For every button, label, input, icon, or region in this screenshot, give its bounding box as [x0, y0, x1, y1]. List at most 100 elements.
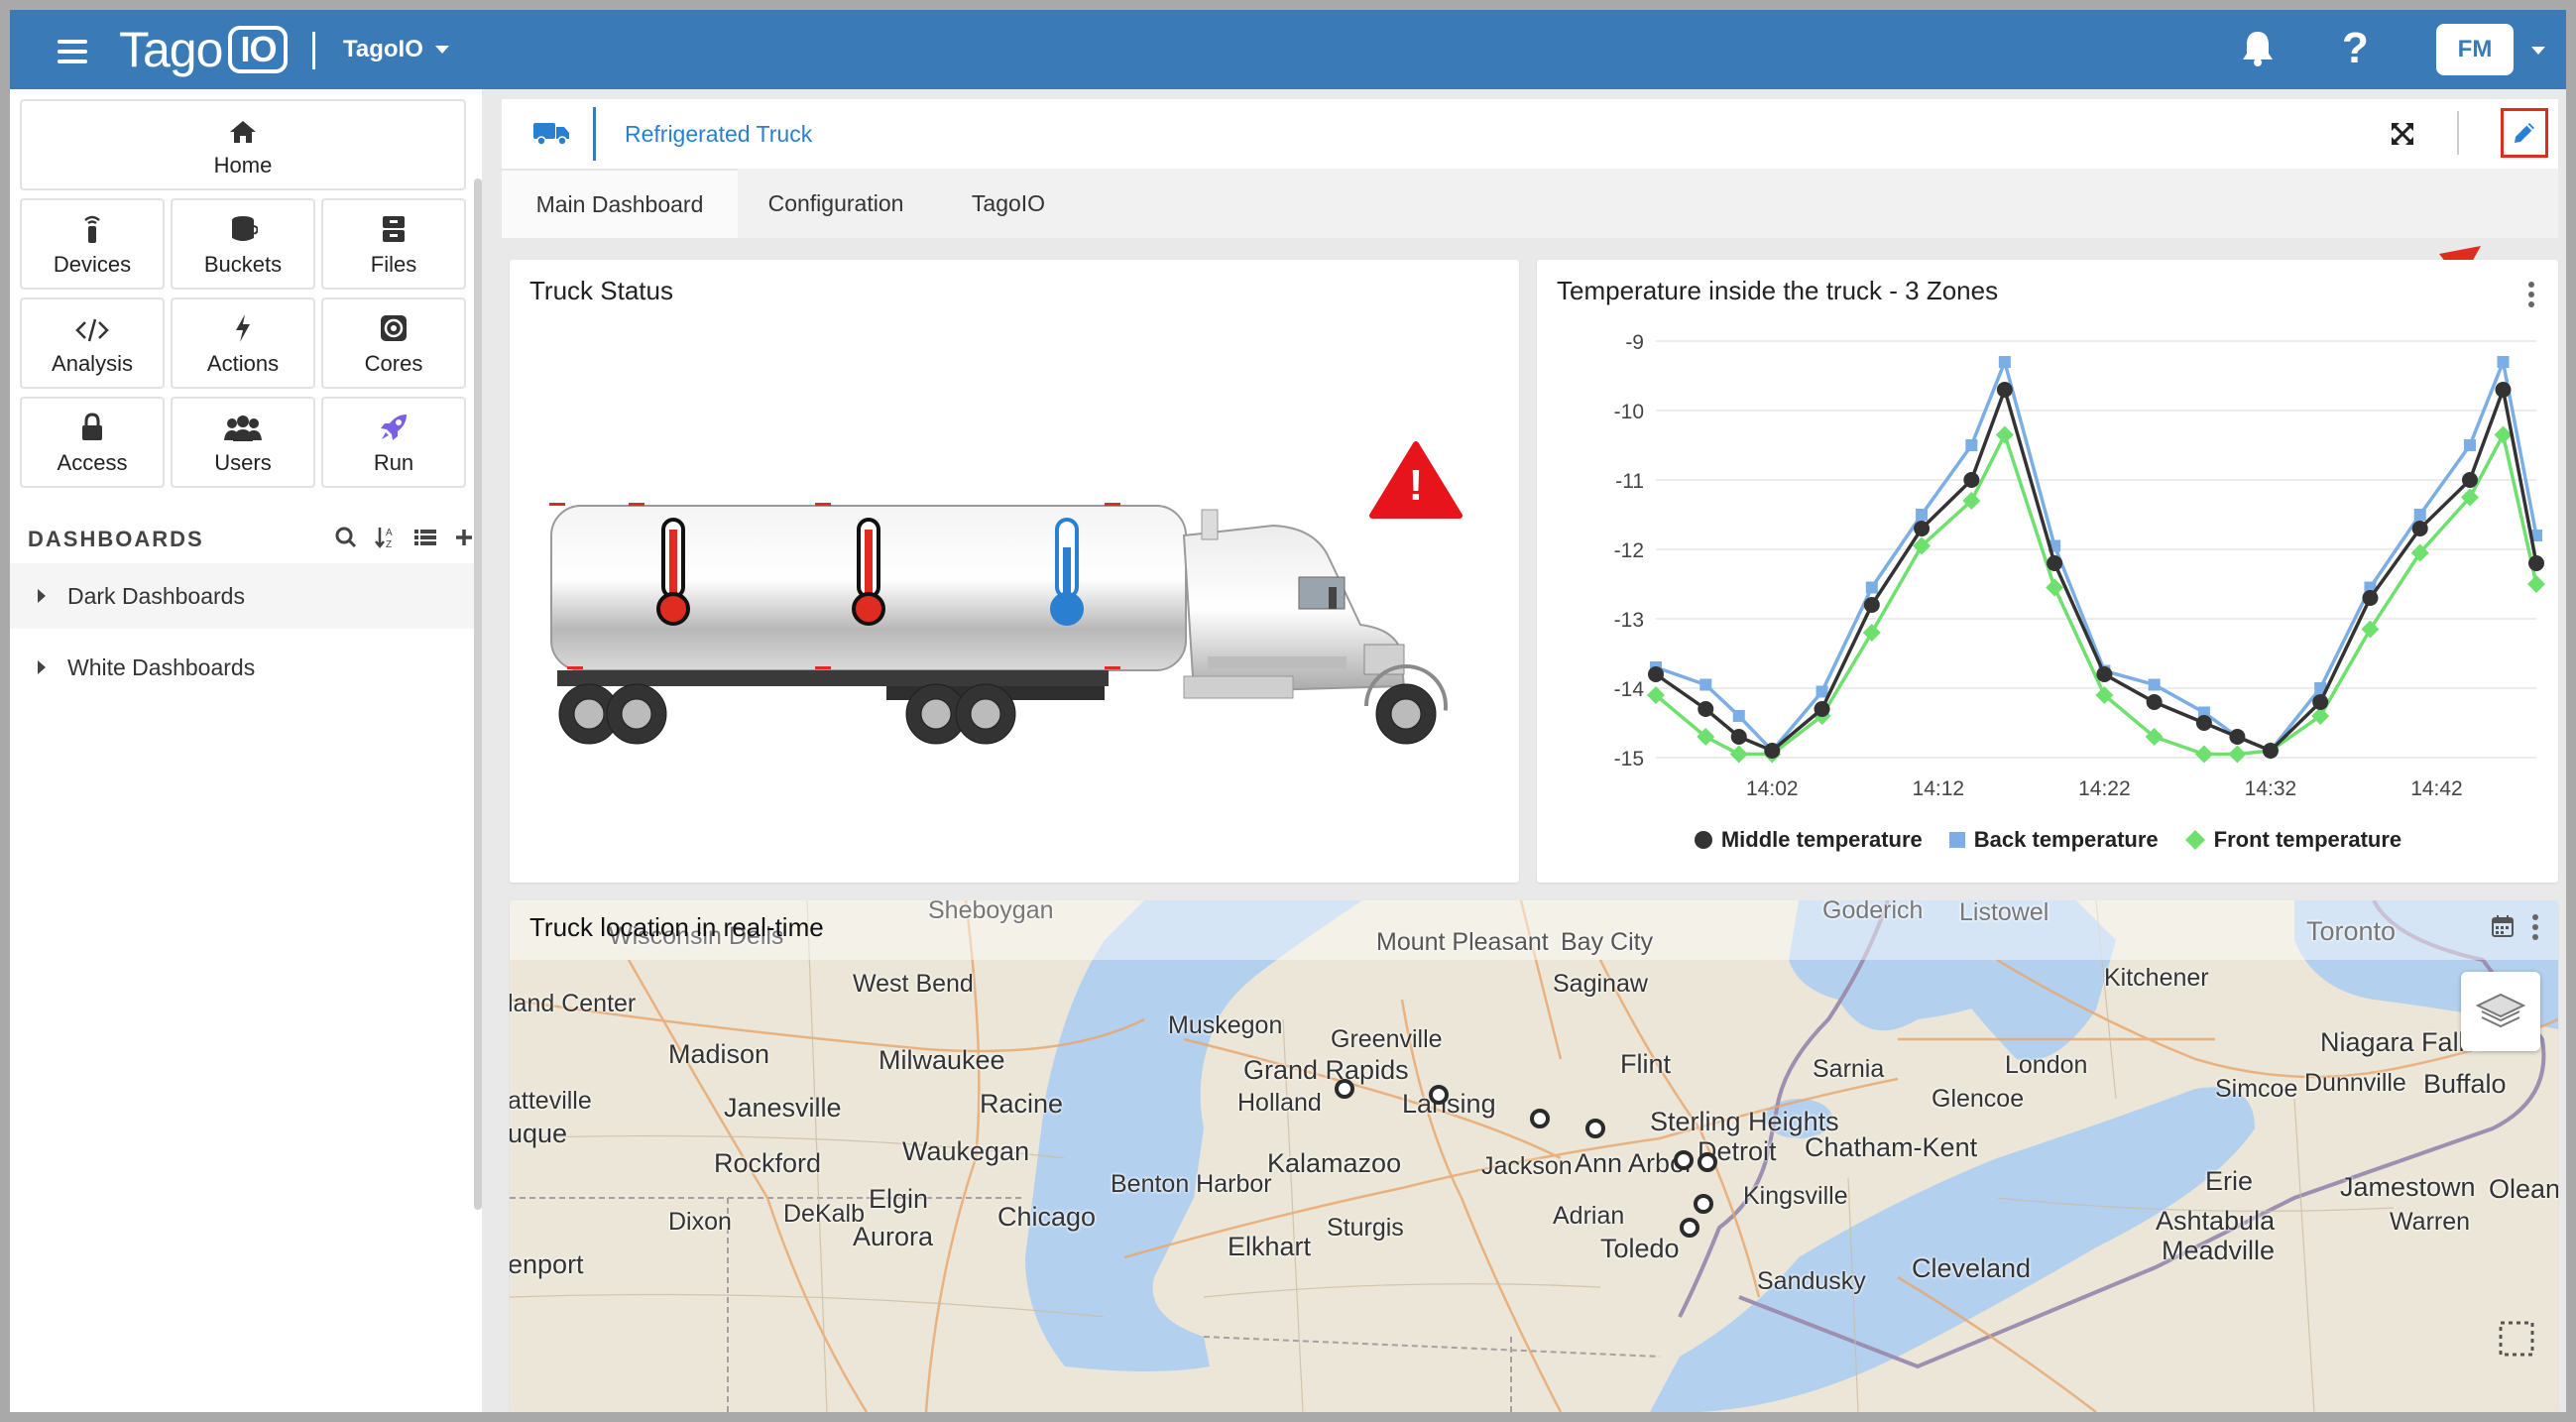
nav-analysis[interactable]: Analysis — [20, 297, 165, 389]
app-window: Tago IO TagoIO ? FM Home Devices Buckets… — [10, 10, 2566, 1412]
data-point — [1699, 678, 1712, 691]
map-label: Meadville — [2162, 1236, 2276, 1265]
device-icon — [84, 215, 100, 243]
bell-icon[interactable] — [2241, 30, 2275, 72]
map-label: atteville — [510, 1087, 592, 1115]
account-name: TagoIO — [343, 36, 423, 62]
nav-buckets[interactable]: Buckets — [171, 198, 315, 290]
map-label: Sarnia — [1813, 1055, 1885, 1083]
x-tick-label: 14:02 — [1746, 777, 1799, 800]
map-label: Elgin — [869, 1184, 929, 1214]
svg-text:A: A — [386, 528, 393, 538]
nav-devices[interactable]: Devices — [20, 198, 165, 290]
data-point — [1865, 581, 1878, 594]
map-label: Warren — [2390, 1208, 2471, 1236]
divider — [2457, 111, 2459, 155]
nav-actions[interactable]: Actions — [171, 297, 315, 389]
map-label: Flint — [1620, 1049, 1672, 1079]
location-marker[interactable] — [1530, 1109, 1550, 1128]
sidebar-scrollbar[interactable] — [474, 178, 482, 1210]
nav-cores[interactable]: Cores — [321, 297, 466, 389]
x-tick-label: 14:12 — [1913, 777, 1965, 800]
data-point — [1732, 710, 1745, 722]
nav-access[interactable]: Access — [20, 397, 165, 488]
tab-tagoio[interactable]: TagoIO — [934, 169, 1083, 238]
nav-label: Analysis — [52, 351, 133, 376]
bolt-icon — [236, 314, 250, 342]
divider — [312, 32, 315, 69]
list-icon[interactable] — [414, 529, 436, 546]
legend-item[interactable]: Back temperature — [1948, 827, 2159, 853]
folder-dark-dashboards[interactable]: Dark Dashboards — [10, 563, 474, 629]
legend-label: Back temperature — [1973, 827, 2159, 852]
help-icon[interactable]: ? — [2342, 24, 2369, 73]
avatar[interactable]: FM — [2436, 24, 2514, 75]
thermometer-cold-icon — [1050, 518, 1084, 626]
folder-label: Dark Dashboards — [67, 582, 245, 609]
map-label: Chatham-Kent — [1805, 1132, 1978, 1162]
plus-icon[interactable] — [454, 528, 474, 547]
data-point — [1998, 356, 2011, 368]
data-point — [2146, 694, 2163, 710]
menu-icon[interactable] — [58, 40, 87, 63]
map-label: Olean — [2489, 1174, 2558, 1204]
layers-button[interactable] — [2461, 972, 2540, 1051]
tab-configuration[interactable]: Configuration — [738, 169, 934, 238]
nav-home[interactable]: Home — [20, 99, 466, 190]
legend-label: Front temperature — [2213, 827, 2402, 852]
location-marker[interactable] — [1698, 1152, 1717, 1172]
location-marker[interactable] — [1674, 1150, 1694, 1170]
map-label: Holland — [1237, 1089, 1322, 1117]
dashboard-tabs: Main Dashboard Configuration TagoIO — [502, 169, 2558, 238]
tagoio-logo[interactable]: Tago IO — [119, 22, 289, 77]
folder-white-dashboards[interactable]: White Dashboards — [10, 635, 474, 700]
series-line — [1655, 355, 2538, 754]
nav-label: Cores — [364, 351, 423, 376]
data-point — [2047, 555, 2063, 571]
tab-main-dashboard[interactable]: Main Dashboard — [502, 169, 738, 238]
chevron-right-icon — [38, 660, 46, 674]
zoom-select-icon[interactable] — [2499, 1321, 2534, 1357]
nav-run[interactable]: Run — [321, 397, 466, 488]
map-label: Erie — [2205, 1166, 2254, 1196]
data-point — [1914, 521, 1931, 536]
data-point — [1862, 624, 1881, 642]
map-label: Ashtabula — [2156, 1206, 2276, 1236]
x-tick-label: 14:22 — [2078, 777, 2131, 800]
nav-label: Devices — [53, 252, 132, 277]
data-point — [2527, 575, 2545, 593]
calendar-icon[interactable] — [2491, 914, 2515, 938]
location-marker[interactable] — [1585, 1119, 1605, 1138]
data-point — [2194, 745, 2213, 764]
location-marker[interactable] — [1429, 1085, 1449, 1105]
x-tick-label: 14:42 — [2410, 777, 2463, 800]
map-label: West Bend — [853, 970, 974, 998]
map-label: Mount Pleasant — [1376, 928, 1549, 956]
search-icon[interactable] — [335, 527, 357, 548]
data-point — [2463, 439, 2476, 451]
sort-icon[interactable]: AZ — [375, 526, 397, 549]
y-tick-label: -10 — [1614, 401, 1644, 423]
fullscreen-icon[interactable] — [2390, 121, 2415, 147]
chevron-down-icon[interactable] — [2531, 47, 2545, 55]
edit-button[interactable] — [2501, 108, 2548, 158]
location-marker[interactable] — [1335, 1079, 1354, 1099]
logo-io: IO — [228, 26, 289, 73]
map-label: Buffalo — [2423, 1069, 2507, 1099]
series-line — [1654, 429, 2538, 757]
account-selector[interactable]: TagoIO — [343, 36, 449, 63]
legend-item[interactable]: Middle temperature — [1694, 827, 1923, 853]
map-label: Greenville — [1331, 1025, 1443, 1053]
location-marker[interactable] — [1694, 1194, 1713, 1214]
map-label: Saginaw — [1553, 970, 1648, 998]
map-label: Elkhart — [1228, 1232, 1312, 1261]
location-marker[interactable] — [1680, 1218, 1699, 1238]
more-vertical-icon[interactable] — [2532, 914, 2538, 944]
y-tick-label: -14 — [1614, 678, 1645, 701]
nav-files[interactable]: Files — [321, 198, 466, 290]
dashboard-header: Refrigerated Truck — [502, 99, 2558, 169]
nav-users[interactable]: Users — [171, 397, 315, 488]
legend-item[interactable]: Front temperature — [2184, 827, 2401, 853]
chevron-right-icon — [38, 589, 46, 603]
map-widget[interactable]: Truck location in real-time Sheboygan Wi… — [510, 900, 2558, 1412]
